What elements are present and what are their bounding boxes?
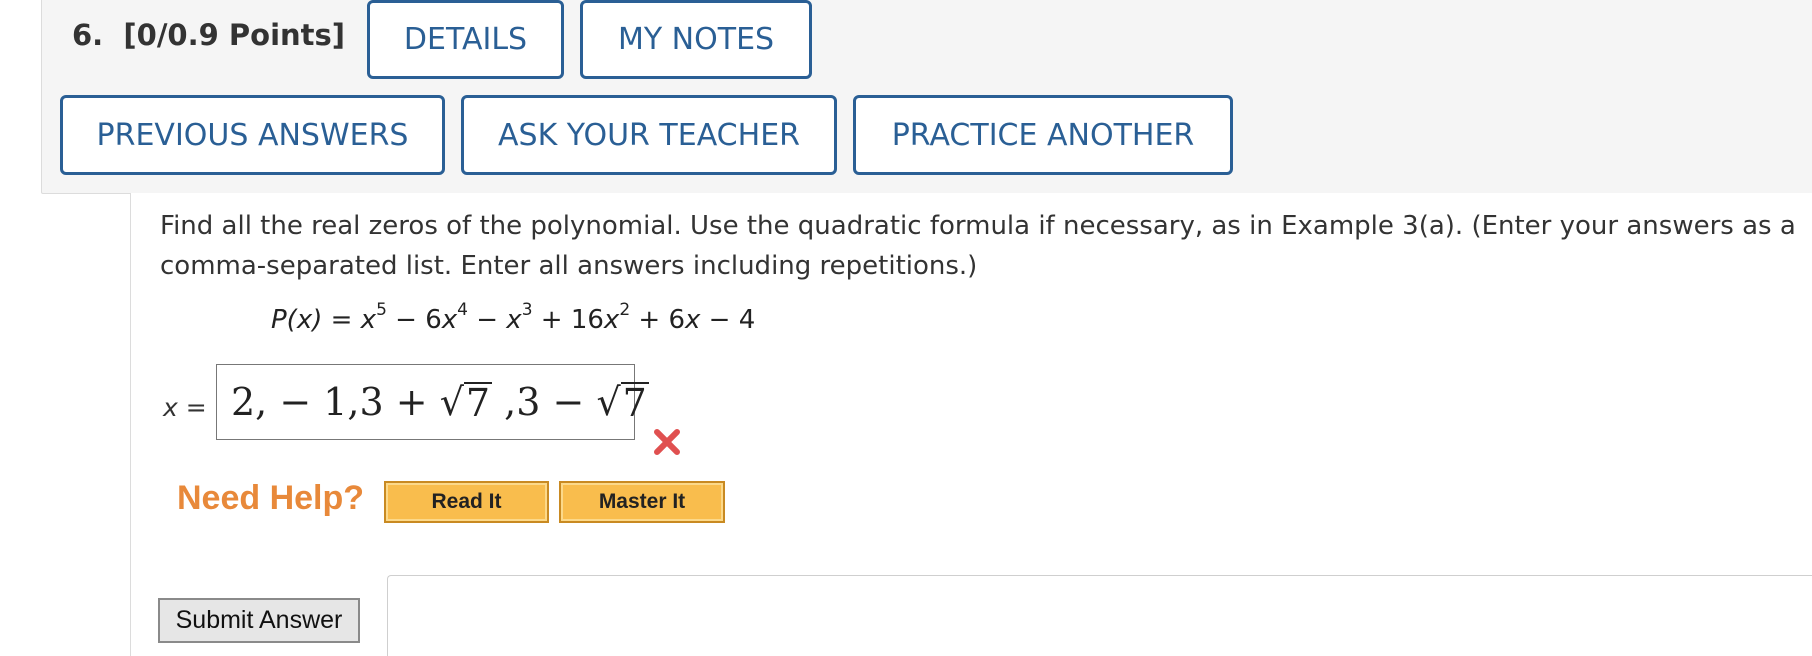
answer-input[interactable]: 2, − 1,3 + √ 7 ,3 − √ 7	[216, 364, 649, 440]
submit-answer-button[interactable]: Submit Answer	[158, 598, 360, 643]
radicand-1: 7	[463, 381, 493, 425]
radicand-2: 7	[620, 381, 649, 425]
question-title: 6. [0/0.9 Points]	[72, 18, 345, 52]
sqrt-symbol: √	[596, 380, 621, 424]
question-number: 6.	[72, 18, 104, 52]
sqrt-symbol: √	[439, 380, 464, 424]
practice-another-button[interactable]: PRACTICE ANOTHER	[853, 95, 1233, 175]
answer-label: x =	[163, 393, 207, 422]
question-prompt: Find all the real zeros of the polynomia…	[160, 211, 1796, 281]
details-button[interactable]: DETAILS	[367, 0, 564, 79]
answer-part-1: 2, − 1,3 +	[231, 380, 440, 424]
answer-part-2: ,3 −	[492, 380, 597, 424]
wrong-x-icon	[654, 429, 680, 455]
feedback-area	[387, 575, 1812, 656]
question-points: [0/0.9 Points]	[123, 18, 346, 52]
master-it-button[interactable]: Master It	[559, 481, 725, 523]
ask-your-teacher-button[interactable]: ASK YOUR TEACHER	[461, 95, 837, 175]
read-it-button[interactable]: Read It	[384, 481, 549, 523]
polynomial-formula: P(x) = x5 − 6x4 − x3 + 16x2 + 6x − 4	[271, 300, 756, 335]
my-notes-button[interactable]: MY NOTES	[580, 0, 812, 79]
need-help-label: Need Help?	[177, 479, 365, 517]
formula-lhs: P(x) =	[271, 305, 361, 335]
previous-answers-button[interactable]: PREVIOUS ANSWERS	[60, 95, 445, 175]
